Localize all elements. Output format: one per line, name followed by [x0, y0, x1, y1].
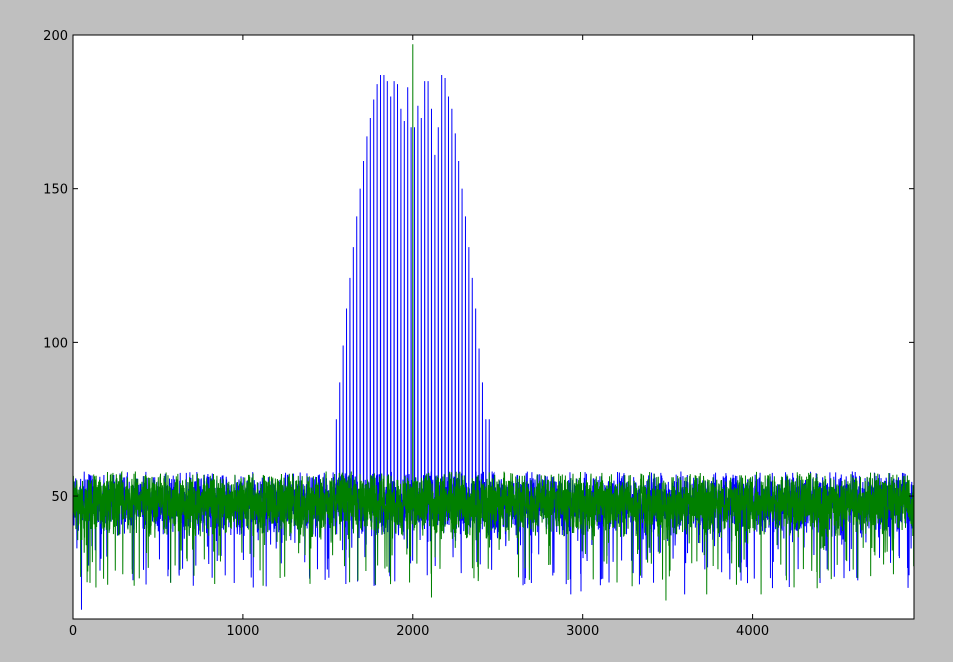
x-tick-label: 4000 — [736, 624, 769, 639]
x-tick-label: 3000 — [566, 624, 599, 639]
x-tick-label: 1000 — [226, 624, 259, 639]
y-tick-label: 150 — [43, 183, 68, 198]
y-tick-label: 200 — [43, 29, 68, 44]
chart-figure: 0 1000 2000 3000 4000 50 100 150 200 — [43, 29, 915, 639]
plot-area — [73, 35, 914, 619]
y-tick-label: 100 — [43, 336, 68, 351]
x-tick-label: 0 — [69, 624, 77, 639]
x-tick-label: 2000 — [396, 624, 429, 639]
y-tick-label: 50 — [51, 490, 68, 505]
